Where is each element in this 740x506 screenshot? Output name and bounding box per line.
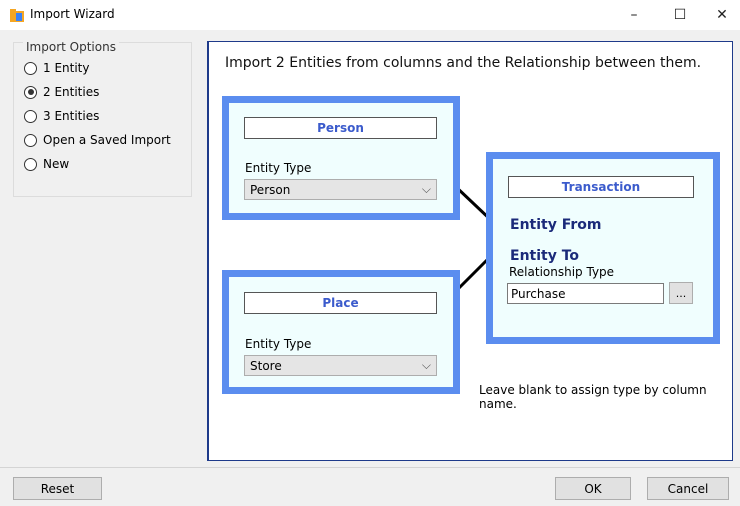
hint-text: Leave blank to assign type by column nam… <box>479 383 707 411</box>
entity-1-type-select[interactable]: Person ⌵ <box>244 179 437 200</box>
entity-box-2: Place Entity Type Store ⌵ <box>222 270 460 394</box>
option-3-entities[interactable]: 3 Entities <box>24 107 99 125</box>
entity-2-type-value: Store <box>250 358 282 373</box>
import-heading: Import 2 Entities from columns and the R… <box>225 55 702 71</box>
ok-button[interactable]: OK <box>555 477 631 500</box>
option-open-saved-import[interactable]: Open a Saved Import <box>24 131 171 149</box>
title-bar: Import Wizard – ☐ ✕ <box>0 0 740 30</box>
entity-from-label: Entity From <box>510 217 602 233</box>
option-label: 1 Entity <box>43 61 90 75</box>
relationship-box: Transaction Entity From Entity To Relati… <box>486 152 720 344</box>
option-1-entity[interactable]: 1 Entity <box>24 59 89 77</box>
maximize-button[interactable]: ☐ <box>660 0 700 30</box>
import-options-group: Import Options 1 Entity 2 Entities 3 Ent… <box>13 40 192 197</box>
entity-1-type-label: Entity Type <box>245 161 312 175</box>
option-label: 3 Entities <box>43 109 100 123</box>
entity-2-name[interactable]: Place <box>244 292 437 314</box>
cancel-button[interactable]: Cancel <box>647 477 729 500</box>
option-new[interactable]: New <box>24 155 69 173</box>
entity-2-type-select[interactable]: Store ⌵ <box>244 355 437 376</box>
browse-button[interactable]: ... <box>669 282 693 304</box>
entity-to-label: Entity To <box>510 248 580 264</box>
import-panel: Import 2 Entities from columns and the R… <box>207 41 733 461</box>
relationship-name[interactable]: Transaction <box>508 176 694 198</box>
chevron-down-icon: ⌵ <box>421 358 431 372</box>
entity-2-type-label: Entity Type <box>245 337 312 351</box>
reset-button[interactable]: Reset <box>13 477 102 500</box>
option-2-entities[interactable]: 2 Entities <box>24 83 99 101</box>
entity-1-type-value: Person <box>250 182 291 197</box>
relationship-type-label: Relationship Type <box>509 265 615 279</box>
minimize-button[interactable]: – <box>614 0 654 30</box>
import-options-title: Import Options <box>23 40 119 54</box>
entity-1-name[interactable]: Person <box>244 117 437 139</box>
radio-icon[interactable] <box>24 133 37 147</box>
relationship-type-input[interactable]: Purchase <box>507 283 664 304</box>
entity-box-1: Person Entity Type Person ⌵ <box>222 96 460 220</box>
option-label: Open a Saved Import <box>43 133 171 147</box>
app-icon <box>10 9 24 22</box>
option-label: New <box>43 157 70 171</box>
radio-icon[interactable] <box>24 157 37 171</box>
window-title: Import Wizard <box>30 7 115 21</box>
radio-checked-icon[interactable] <box>24 85 37 99</box>
radio-icon[interactable] <box>24 61 37 75</box>
dialog-footer: Reset OK Cancel <box>0 467 740 506</box>
dialog-body: Import Options 1 Entity 2 Entities 3 Ent… <box>0 30 740 506</box>
chevron-down-icon: ⌵ <box>421 182 431 196</box>
radio-icon[interactable] <box>24 109 37 123</box>
close-button[interactable]: ✕ <box>702 0 740 30</box>
option-label: 2 Entities <box>43 85 100 99</box>
